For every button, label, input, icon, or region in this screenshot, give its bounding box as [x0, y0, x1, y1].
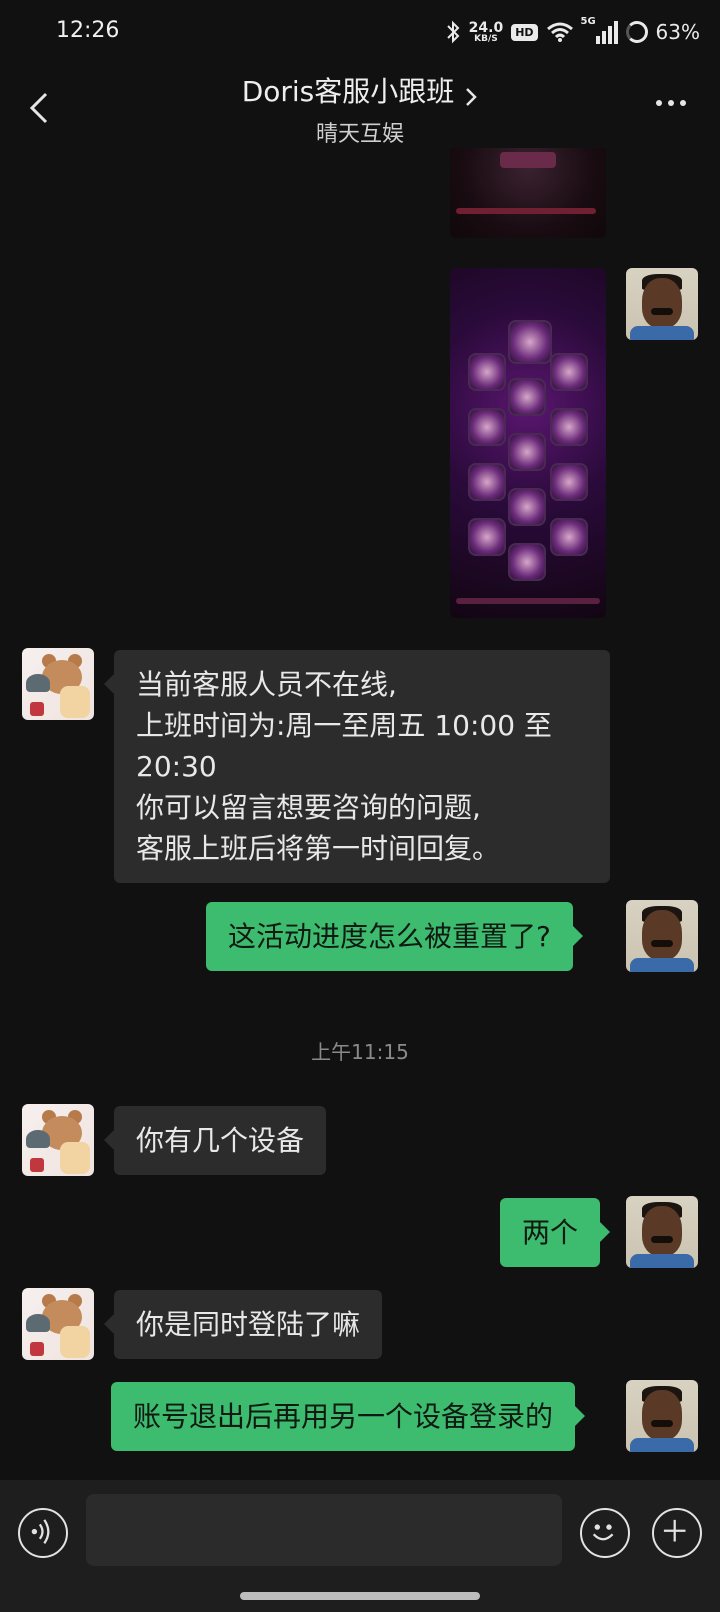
bot-avatar[interactable]	[22, 1288, 94, 1360]
more-icon[interactable]	[656, 100, 686, 106]
message-input[interactable]	[86, 1494, 562, 1566]
status-bar: 12:26 24.0 KB/S HD 5G 63%	[0, 0, 720, 64]
bot-avatar[interactable]	[22, 648, 94, 720]
home-indicator[interactable]	[240, 1592, 480, 1600]
user-avatar[interactable]	[626, 900, 698, 972]
chat-messages[interactable]: 当前客服人员不在线, 上班时间为:周一至周五 10:00 至 20:30 你可以…	[0, 148, 720, 1480]
user-avatar[interactable]	[626, 1380, 698, 1452]
network-speed: 24.0 KB/S	[469, 21, 504, 44]
outgoing-message-bubble[interactable]: 这活动进度怎么被重置了?	[206, 902, 583, 971]
image-message[interactable]	[450, 148, 606, 238]
game-screenshot	[450, 148, 606, 238]
status-icons: 24.0 KB/S HD 5G 63%	[445, 16, 700, 48]
voice-icon[interactable]	[18, 1508, 68, 1558]
user-avatar[interactable]	[626, 268, 698, 340]
chat-title: Doris客服小跟班	[241, 75, 455, 108]
incoming-message-bubble[interactable]: 你是同时登陆了嘛	[103, 1290, 383, 1359]
battery-icon	[625, 21, 648, 43]
message-timestamp: 上午11:15	[311, 1040, 409, 1064]
signal-icon: 5G	[581, 16, 618, 44]
game-screenshot	[450, 268, 606, 618]
incoming-message-bubble[interactable]: 当前客服人员不在线, 上班时间为:周一至周五 10:00 至 20:30 你可以…	[104, 650, 610, 883]
incoming-message-bubble[interactable]: 你有几个设备	[103, 1106, 327, 1175]
chevron-right-icon	[466, 87, 478, 106]
bot-avatar[interactable]	[22, 1104, 94, 1176]
battery-percent: 63%	[655, 20, 700, 44]
network-speed-unit: KB/S	[474, 33, 498, 44]
chat-subtitle: 晴天互娱	[315, 122, 404, 147]
input-bar	[0, 1480, 720, 1612]
chat-header: Doris客服小跟班 晴天互娱	[0, 64, 720, 148]
plus-icon[interactable]	[652, 1508, 702, 1558]
image-message[interactable]	[450, 268, 606, 618]
wifi-icon	[546, 22, 573, 42]
bluetooth-icon	[446, 20, 460, 44]
network-type: 5G	[580, 16, 596, 27]
hd-badge: HD	[511, 23, 538, 41]
emoji-icon[interactable]	[580, 1508, 630, 1558]
status-time: 12:26	[56, 18, 120, 43]
user-avatar[interactable]	[626, 1196, 698, 1268]
outgoing-message-bubble[interactable]: 账号退出后再用另一个设备登录的	[111, 1382, 586, 1451]
title-area[interactable]: Doris客服小跟班 晴天互娱	[0, 70, 720, 148]
outgoing-message-bubble[interactable]: 两个	[500, 1198, 611, 1267]
network-speed-value: 24.0	[468, 19, 504, 36]
